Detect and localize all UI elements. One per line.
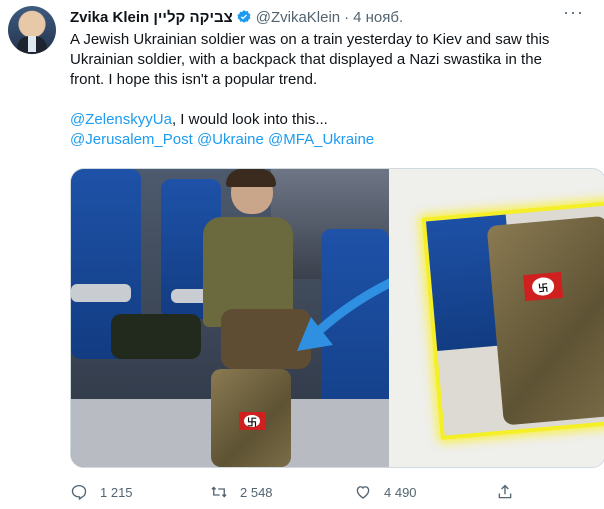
tweet-text-line: front. I hope this isn't a popular trend…: [70, 71, 318, 88]
blue-arrow-icon: [297, 278, 389, 351]
verified-badge-icon: [236, 9, 252, 25]
mention-mfa-ukraine[interactable]: @MFA_Ukraine: [268, 131, 374, 148]
author-avatar[interactable]: [8, 6, 56, 54]
author-handle[interactable]: @ZvikaKlein: [256, 9, 340, 26]
mention-ukraine[interactable]: @Ukraine: [197, 131, 264, 148]
tweet-header: Zvika Klein צביקה קליין @ZvikaKlein · 4 …: [70, 6, 403, 28]
avatar-shirt: [28, 36, 36, 52]
tweet-text-line: A Jewish Ukrainian soldier was on a trai…: [70, 31, 550, 48]
retweet-icon: [211, 486, 227, 498]
tweet-date[interactable]: 4 нояб.: [353, 9, 403, 26]
retweet-count: 2 548: [240, 484, 273, 500]
header-separator: ·: [344, 8, 350, 26]
reply-count: 1 215: [100, 484, 133, 500]
retweet-button[interactable]: 2 548: [210, 483, 354, 501]
tweet-mention-line: @ZelenskyyUa, I would look into this...: [70, 110, 580, 130]
highlighted-backpack-frame: 卐: [421, 201, 604, 440]
tweet-text-line: Ukrainian soldier, with a backpack that …: [70, 51, 542, 68]
tweet-mention-line: @Jerusalem_Post @Ukraine @MFA_Ukraine: [70, 130, 580, 150]
tweet-actions-bar: 1 215 2 548 4 490: [70, 482, 540, 502]
heart-icon: [356, 486, 370, 499]
share-button[interactable]: [496, 483, 526, 501]
tweet-body: A Jewish Ukrainian soldier was on a trai…: [70, 30, 580, 150]
mention-suffix: , I would look into this...: [171, 111, 328, 128]
like-button[interactable]: 4 490: [354, 483, 496, 501]
mention-zelenskyyua[interactable]: @ZelenskyyUa: [70, 111, 172, 128]
train-photo: 卐: [71, 169, 389, 467]
mention-jerusalem-post[interactable]: @Jerusalem_Post: [70, 131, 193, 148]
tweet-media[interactable]: 卐 卐: [70, 168, 604, 468]
author-name[interactable]: Zvika Klein צביקה קליין: [70, 9, 233, 26]
like-count: 4 490: [384, 484, 417, 500]
reply-icon: [71, 484, 87, 501]
more-options-icon[interactable]: ···: [563, 2, 584, 23]
share-icon: [498, 484, 512, 499]
reply-button[interactable]: 1 215: [70, 483, 210, 501]
